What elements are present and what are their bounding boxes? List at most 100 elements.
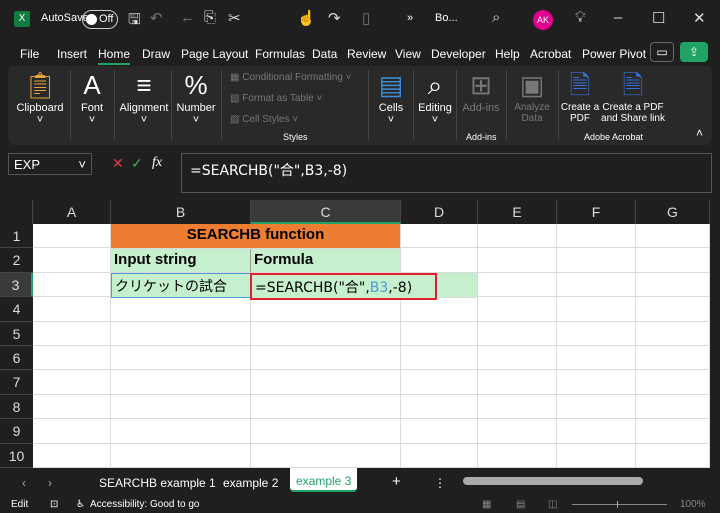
cell-g9[interactable] xyxy=(636,419,710,444)
cell-c7[interactable] xyxy=(251,370,401,395)
cell-c5[interactable] xyxy=(251,321,401,346)
cell-f7[interactable] xyxy=(557,370,636,395)
menu-view[interactable]: View xyxy=(395,47,421,61)
enter-icon[interactable]: ✓ xyxy=(131,155,143,172)
share-button[interactable]: ⇪ xyxy=(680,42,708,62)
cell-e6[interactable] xyxy=(478,346,557,371)
cell-g2[interactable] xyxy=(636,248,710,273)
cell-f3[interactable] xyxy=(557,272,636,298)
name-box[interactable]: EXP ˅ xyxy=(8,153,92,175)
cell-e3[interactable] xyxy=(478,272,557,298)
add-sheet-button[interactable]: + xyxy=(392,473,401,490)
cell-d2[interactable] xyxy=(401,248,478,273)
cell-g8[interactable] xyxy=(636,394,710,420)
column-header-f[interactable]: F xyxy=(557,200,636,224)
row-header-1[interactable]: 1 xyxy=(0,224,33,249)
menu-draw[interactable]: Draw xyxy=(142,47,170,61)
macro-icon[interactable]: ⊡ xyxy=(50,499,58,510)
more-commands[interactable]: » xyxy=(407,12,413,24)
cell-g10[interactable] xyxy=(636,443,710,468)
zoom-slider[interactable] xyxy=(572,501,667,508)
cancel-icon[interactable]: ✕ xyxy=(112,155,124,172)
cell-a4[interactable] xyxy=(33,297,111,322)
cell-b8[interactable] xyxy=(111,394,251,420)
row-header-7[interactable]: 7 xyxy=(0,370,33,395)
lightbulb-icon[interactable]: 💡︎ xyxy=(575,9,586,26)
cell-a1[interactable] xyxy=(33,224,111,249)
cell-d6[interactable] xyxy=(401,346,478,371)
column-header-c[interactable]: C xyxy=(251,200,401,224)
sheet-tab-2[interactable]: example 2 xyxy=(223,476,278,490)
cell-a5[interactable] xyxy=(33,321,111,346)
sheet-tab-1[interactable]: SEARCHB example 1 xyxy=(99,476,216,490)
page-break-view-icon[interactable]: ◫ xyxy=(548,499,557,510)
cell-f8[interactable] xyxy=(557,394,636,420)
copy-icon[interactable]: ⎘ xyxy=(204,9,216,26)
cell-a3[interactable] xyxy=(33,272,111,298)
comments-button[interactable]: ▭ xyxy=(650,42,674,62)
cell-e8[interactable] xyxy=(478,394,557,420)
cell-g3[interactable] xyxy=(636,272,710,298)
cell-c9[interactable] xyxy=(251,419,401,444)
menu-power-pivot[interactable]: Power Pivot xyxy=(582,47,646,61)
accessibility-icon[interactable]: ♿︎ xyxy=(76,499,85,510)
format-as-table-button[interactable]: ▧ Format as Table ˅ xyxy=(230,93,322,104)
spreadsheet-grid[interactable]: A B C D E F G 1 2 3 4 5 6 7 8 9 10 SEARCHB functi… xyxy=(0,200,710,468)
cell-d10[interactable] xyxy=(401,443,478,468)
collapse-ribbon-icon[interactable]: ˄ xyxy=(696,126,703,140)
number-button[interactable]: % Number ˅ xyxy=(173,66,219,145)
redo-icon[interactable]: ↷ xyxy=(328,9,341,27)
document-name[interactable]: Bo... xyxy=(435,12,458,24)
row-header-2[interactable]: 2 xyxy=(0,248,33,273)
row-header-8[interactable]: 8 xyxy=(0,394,33,420)
cell-c6[interactable] xyxy=(251,346,401,371)
cell-f4[interactable] xyxy=(557,297,636,322)
formula-input[interactable]: =SEARCHB("合",B3,-8) xyxy=(181,153,712,193)
row-header-6[interactable]: 6 xyxy=(0,346,33,371)
back-icon[interactable]: ← xyxy=(180,9,195,26)
menu-page-layout[interactable]: Page Layout xyxy=(181,47,248,61)
menu-formulas[interactable]: Formulas xyxy=(255,47,305,61)
next-sheet-icon[interactable]: › xyxy=(48,476,52,490)
column-header-g[interactable]: G xyxy=(636,200,710,224)
cell-d5[interactable] xyxy=(401,321,478,346)
autosave-toggle[interactable]: Off xyxy=(82,10,118,29)
cell-g7[interactable] xyxy=(636,370,710,395)
cell-d8[interactable] xyxy=(401,394,478,420)
menu-acrobat[interactable]: Acrobat xyxy=(530,47,571,61)
cell-d1[interactable] xyxy=(401,224,478,249)
cell-b7[interactable] xyxy=(111,370,251,395)
editing-button[interactable]: ⌕ Editing ˅ xyxy=(415,66,455,145)
cell-f6[interactable] xyxy=(557,346,636,371)
cell-e2[interactable] xyxy=(478,248,557,273)
avatar[interactable]: AK xyxy=(533,10,553,30)
column-header-e[interactable]: E xyxy=(478,200,557,224)
cell-g5[interactable] xyxy=(636,321,710,346)
insert-function-button[interactable]: fx xyxy=(152,155,162,171)
cell-d4[interactable] xyxy=(401,297,478,322)
menu-home[interactable]: Home xyxy=(98,47,131,65)
cell-g4[interactable] xyxy=(636,297,710,322)
cell-e4[interactable] xyxy=(478,297,557,322)
normal-view-icon[interactable]: ▦ xyxy=(482,499,491,510)
row-header-4[interactable]: 4 xyxy=(0,297,33,322)
alignment-button[interactable]: ≡ Alignment ˅ xyxy=(116,66,172,145)
column-header-a[interactable]: A xyxy=(33,200,111,224)
clipboard-button[interactable]: 📋︎ Clipboard ˅ xyxy=(12,66,68,145)
cell-f5[interactable] xyxy=(557,321,636,346)
cell-c3-edit-box[interactable]: =SEARCHB("合",B3,-8) xyxy=(250,273,437,300)
cell-c10[interactable] xyxy=(251,443,401,468)
menu-file[interactable]: File xyxy=(20,47,39,61)
menu-help[interactable]: Help xyxy=(495,47,520,61)
cell-e7[interactable] xyxy=(478,370,557,395)
cell-g6[interactable] xyxy=(636,346,710,371)
search-icon[interactable]: ⌕ xyxy=(492,9,500,26)
cell-d9[interactable] xyxy=(401,419,478,444)
cell-c4[interactable] xyxy=(251,297,401,322)
cell-b1-title[interactable]: SEARCHB function xyxy=(111,224,401,249)
cells-button[interactable]: ▤ Cells ˅ xyxy=(370,66,412,145)
close-icon[interactable]: ✕ xyxy=(693,9,706,27)
row-header-10[interactable]: 10 xyxy=(0,443,33,468)
cell-e9[interactable] xyxy=(478,419,557,444)
cell-f9[interactable] xyxy=(557,419,636,444)
